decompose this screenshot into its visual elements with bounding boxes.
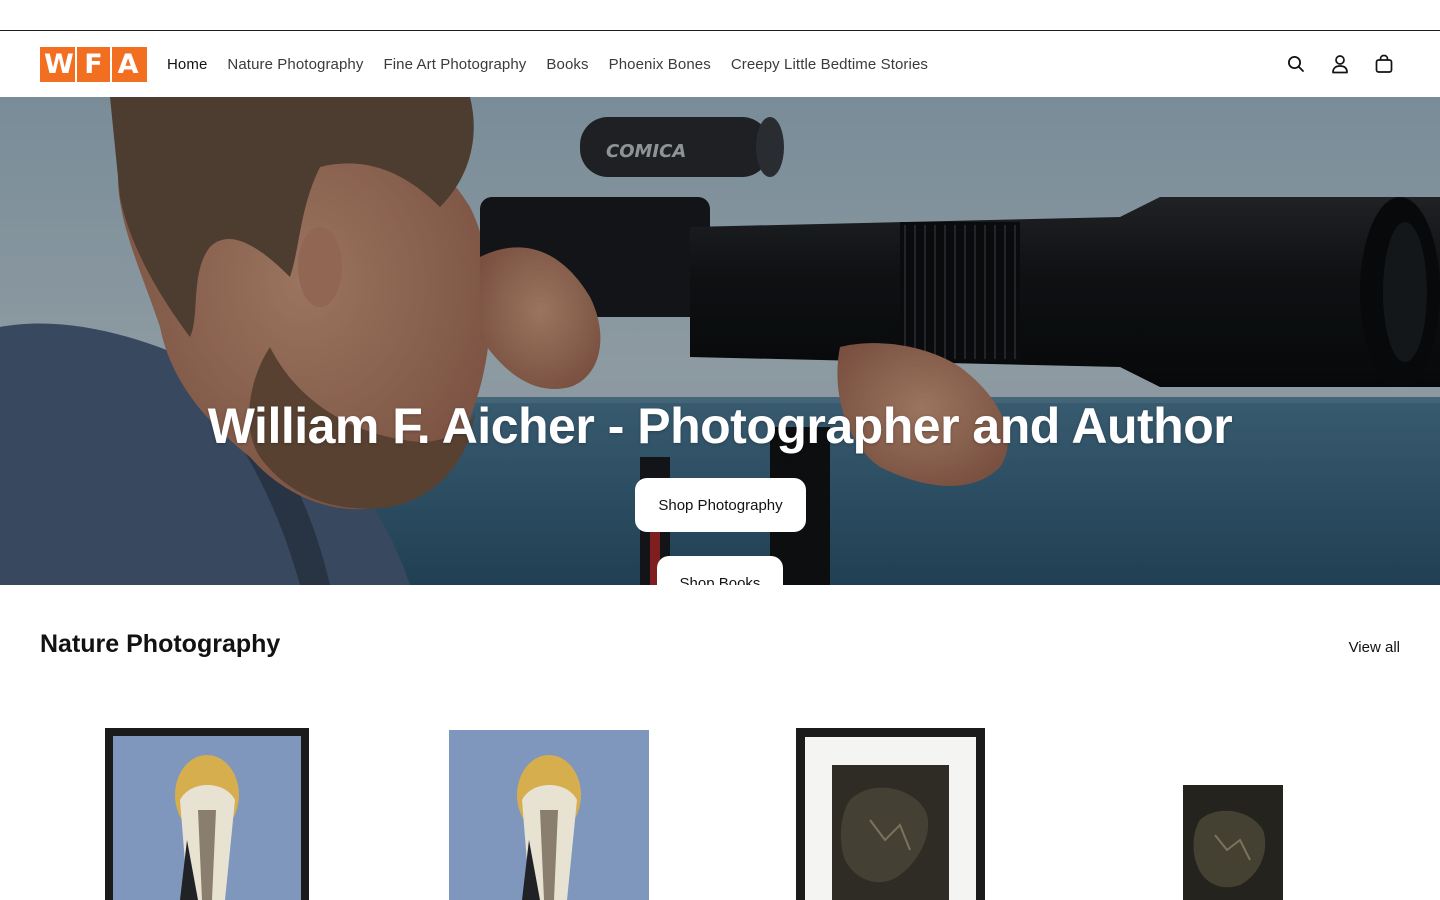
product-image — [1183, 785, 1283, 900]
nav-item-fine-art-photography[interactable]: Fine Art Photography — [383, 56, 526, 73]
view-all-link[interactable]: View all — [1349, 639, 1400, 656]
nav-item-home[interactable]: Home — [167, 56, 207, 73]
hero-banner: COMICA William F. Aicher - Photographer … — [0, 97, 1440, 585]
product-image — [105, 728, 309, 900]
nav-item-books[interactable]: Books — [546, 56, 588, 73]
logo-letter-a: A — [117, 49, 139, 80]
nav-item-creepy-little-bedtime-stories[interactable]: Creepy Little Bedtime Stories — [731, 56, 928, 73]
cart-icon[interactable] — [1368, 48, 1400, 80]
header-icons — [1280, 31, 1400, 97]
product-card[interactable] — [40, 700, 375, 900]
shop-books-button[interactable]: Shop Books — [657, 556, 783, 585]
logo-divider — [109, 47, 112, 82]
logo-letter-w: W — [43, 49, 74, 80]
product-card[interactable] — [720, 700, 1055, 900]
site-header: W F A Home Nature Photography Fine Art P… — [0, 31, 1440, 97]
nav-item-nature-photography[interactable]: Nature Photography — [227, 56, 363, 73]
announcement-bar — [0, 0, 1440, 31]
product-image — [449, 730, 649, 900]
search-icon[interactable] — [1280, 48, 1312, 80]
logo-divider — [75, 47, 78, 82]
main-nav: Home Nature Photography Fine Art Photogr… — [167, 31, 928, 97]
product-image — [796, 728, 985, 900]
collection-title: Nature Photography — [40, 630, 281, 658]
hero-title: William F. Aicher - Photographer and Aut… — [207, 398, 1233, 454]
site-logo[interactable]: W F A — [40, 47, 147, 82]
product-card[interactable] — [380, 700, 715, 900]
logo-letter-f: F — [84, 49, 103, 80]
shop-photography-button[interactable]: Shop Photography — [635, 478, 806, 532]
account-icon[interactable] — [1324, 48, 1356, 80]
product-card[interactable] — [1065, 700, 1400, 900]
nav-item-phoenix-bones[interactable]: Phoenix Bones — [609, 56, 711, 73]
